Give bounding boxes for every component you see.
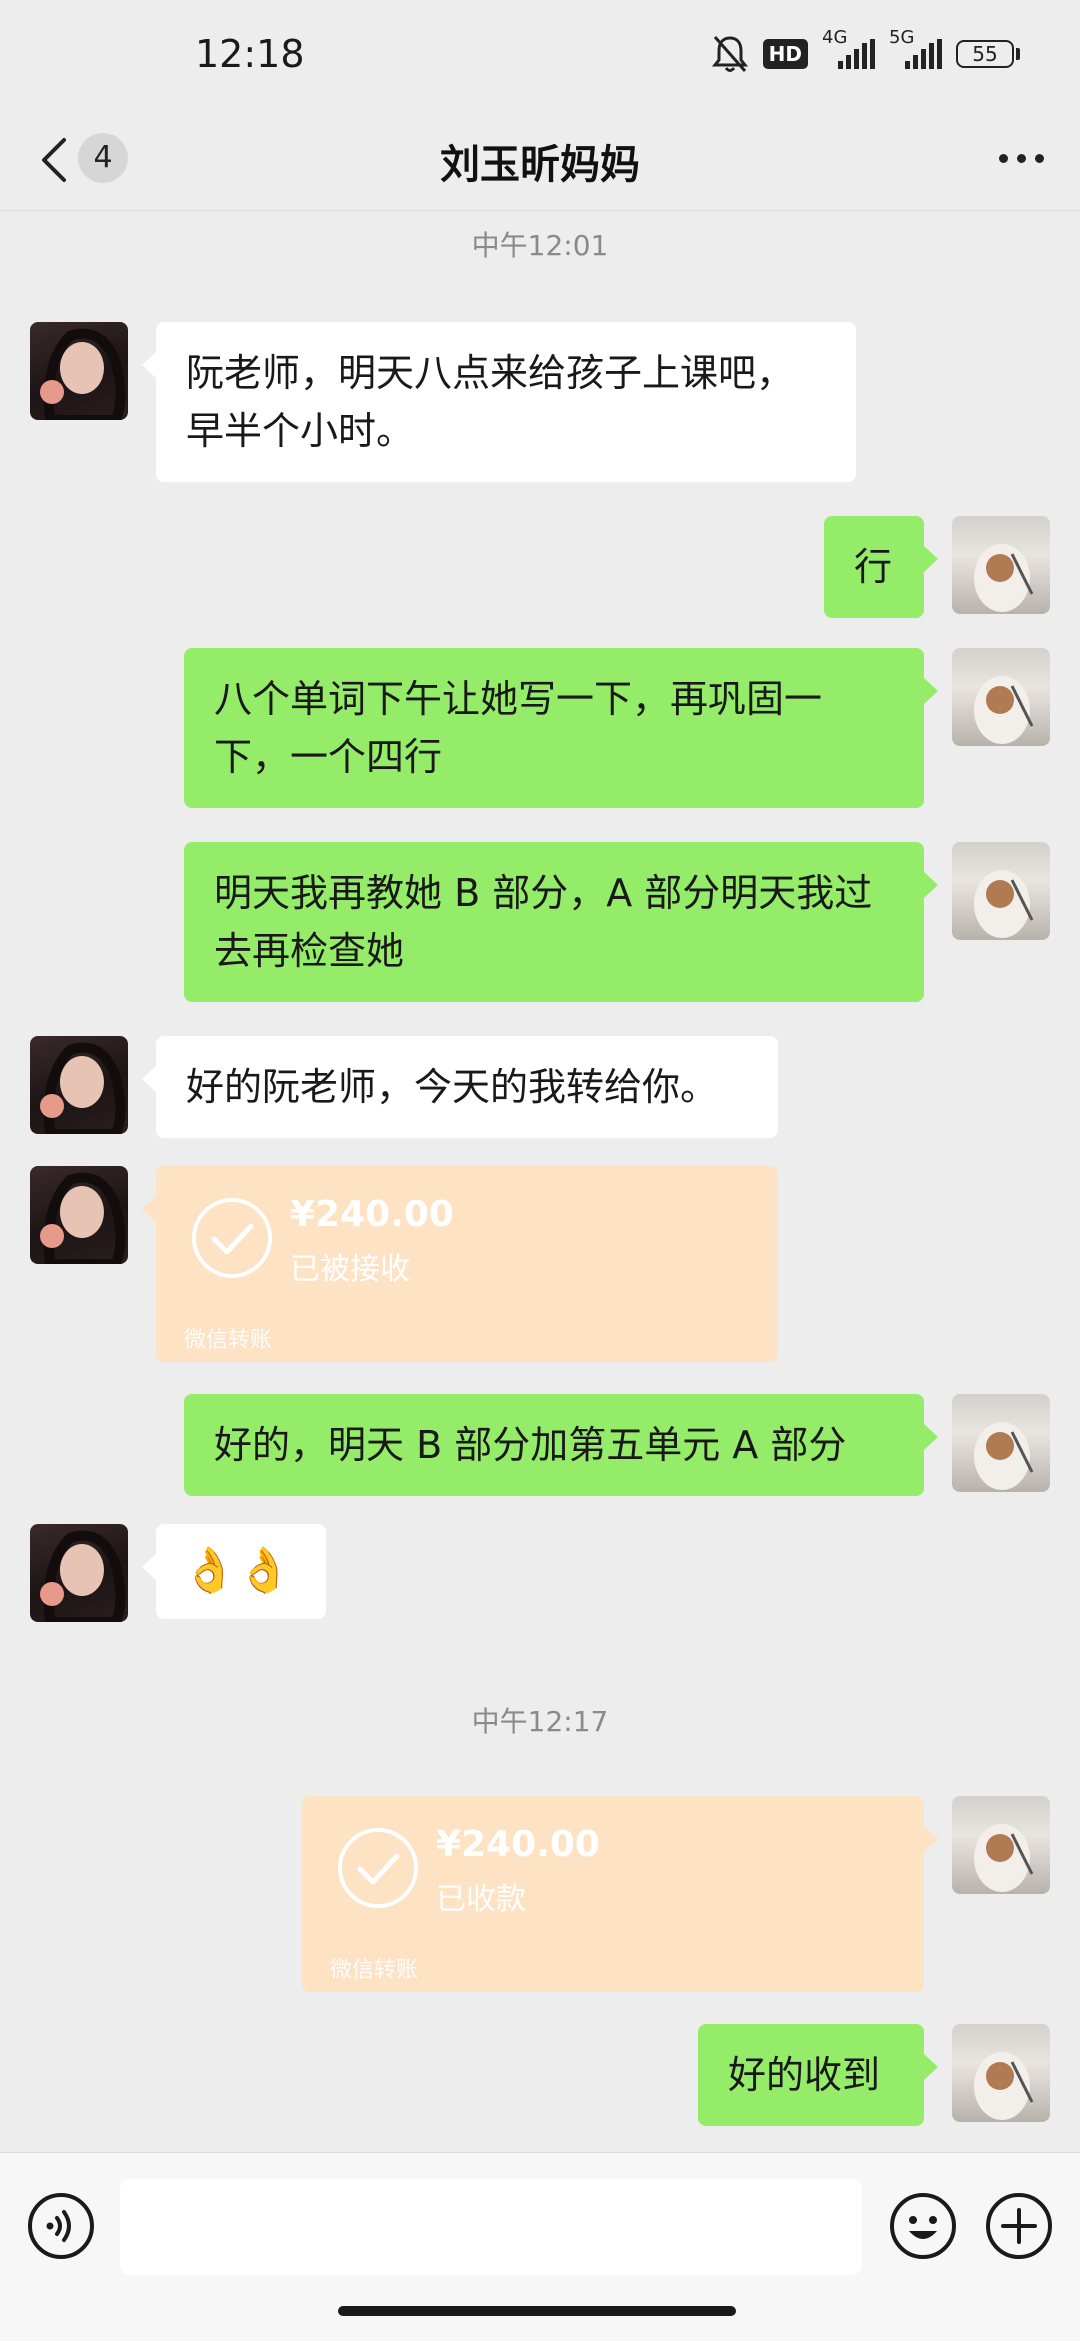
transfer-label: 微信转账 [330, 1958, 419, 1983]
timestamp: 中午12:01 [471, 229, 609, 262]
timestamp: 中午12:17 [471, 1705, 609, 1738]
net-label-5g: 5G [889, 27, 915, 48]
emoji-icon[interactable] [888, 2191, 958, 2261]
avatar[interactable] [30, 1036, 128, 1134]
avatar[interactable] [952, 648, 1050, 746]
message-text: 行 [854, 545, 893, 589]
avatar[interactable] [30, 1524, 128, 1622]
status-time: 12:18 [195, 32, 305, 76]
message-text: 好的，明天 B 部分加第五单元 A 部分 [214, 1423, 847, 1467]
avatar[interactable] [952, 2024, 1050, 2122]
message-bubble[interactable]: 阮老师，明天八点来给孩子上课吧，早半个小时。 [142, 322, 856, 482]
avatar[interactable] [952, 842, 1050, 940]
net-label-4g: 4G [822, 27, 848, 48]
transfer-card[interactable]: ¥240.00 已被接收 微信转账 [142, 1166, 778, 1362]
message-text: 阮老师，明天八点来给孩子上课吧，早半个小时。 [186, 351, 795, 453]
transfer-label: 微信转账 [184, 1328, 273, 1353]
message-bubble[interactable]: 八个单词下午让她写一下，再巩固一下，一个四行 [184, 648, 938, 808]
transfer-card[interactable]: ¥240.00 已收款 微信转账 [302, 1796, 938, 1992]
message-text: 八个单词下午让她写一下，再巩固一下，一个四行 [214, 677, 823, 779]
message-bubble[interactable]: 👌👌 [142, 1524, 326, 1619]
transfer-status: 已被接收 [290, 1252, 410, 1287]
message-text: 好的收到 [728, 2053, 881, 2097]
avatar[interactable] [952, 1394, 1050, 1492]
transfer-amount: ¥240.00 [436, 1824, 600, 1865]
chat-header: 4 刘玉昕妈妈 [0, 110, 1080, 211]
battery-icon: 55 [956, 40, 1020, 68]
signal-5g: 5G [889, 27, 942, 69]
signal-4g: 4G [822, 27, 875, 69]
message-bubble[interactable]: 好的收到 [698, 2024, 938, 2126]
avatar[interactable] [952, 1796, 1050, 1894]
status-icons: HD 4G 5G 55 [711, 27, 1020, 74]
home-indicator[interactable] [338, 2306, 736, 2316]
message-bubble[interactable]: 好的阮老师，今天的我转给你。 [142, 1036, 778, 1138]
message-input[interactable] [120, 2179, 862, 2275]
bell-muted-icon [711, 36, 748, 72]
plus-icon[interactable] [984, 2191, 1054, 2261]
hd-badge: HD [762, 39, 808, 69]
status-bar: 12:18 HD 4G 5G 55 [0, 0, 1080, 110]
message-bubble[interactable]: 行 [824, 516, 938, 618]
more-icon[interactable] [999, 154, 1044, 163]
voice-icon[interactable] [26, 2191, 96, 2261]
message-text: 明天我再教她 B 部分，A 部分明天我过去再检查她 [214, 871, 873, 973]
avatar[interactable] [30, 1166, 128, 1264]
message-text: 👌👌 [182, 1545, 292, 1596]
transfer-status: 已收款 [436, 1882, 526, 1917]
message-text: 好的阮老师，今天的我转给你。 [186, 1065, 719, 1109]
battery-level: 55 [956, 40, 1014, 68]
transfer-amount: ¥240.00 [290, 1194, 454, 1235]
message-bubble[interactable]: 明天我再教她 B 部分，A 部分明天我过去再检查她 [184, 842, 938, 1002]
check-icon [192, 1198, 272, 1278]
avatar[interactable] [952, 516, 1050, 614]
message-bubble[interactable]: 好的，明天 B 部分加第五单元 A 部分 [184, 1394, 938, 1496]
check-icon [338, 1828, 418, 1908]
avatar[interactable] [30, 322, 128, 420]
page-title: 刘玉昕妈妈 [440, 142, 640, 188]
